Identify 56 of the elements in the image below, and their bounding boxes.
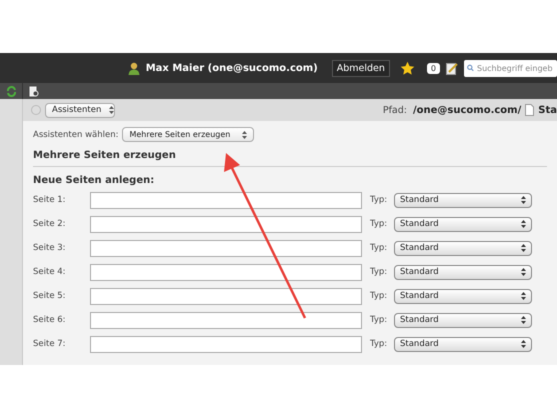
type-dropdown[interactable]: Standard bbox=[394, 216, 532, 232]
updown-arrow-icon bbox=[109, 106, 114, 114]
page-name-input[interactable] bbox=[90, 216, 362, 232]
path-link[interactable]: /one@sucomo.com/ bbox=[413, 104, 522, 116]
star-icon[interactable] bbox=[400, 60, 415, 76]
page-label: Seite 4: bbox=[33, 267, 67, 277]
type-label: Typ: bbox=[370, 267, 388, 277]
notification-count[interactable]: 0 bbox=[426, 62, 440, 74]
type-label: Typ: bbox=[370, 291, 388, 301]
updown-arrow-icon bbox=[521, 292, 526, 300]
page-label: Seite 5: bbox=[33, 291, 67, 301]
page-label: Seite 1: bbox=[33, 195, 67, 205]
type-dropdown[interactable]: Standard bbox=[394, 240, 532, 256]
type-dropdown[interactable]: Standard bbox=[394, 192, 532, 208]
updown-arrow-icon bbox=[521, 316, 526, 324]
page-label: Seite 7: bbox=[33, 339, 67, 349]
search-icon bbox=[467, 63, 474, 73]
user-icon bbox=[128, 62, 140, 74]
updown-arrow-icon bbox=[521, 196, 526, 204]
info-icon[interactable] bbox=[31, 105, 41, 115]
assistant-dropdown[interactable]: Assistenten bbox=[45, 102, 115, 118]
subsection-title: Neue Seiten anlegen: bbox=[33, 175, 156, 186]
type-label: Typ: bbox=[370, 219, 388, 229]
search-field[interactable]: Suchbegriff eingeb bbox=[464, 60, 557, 76]
path-link[interactable]: Sta bbox=[538, 104, 557, 116]
page-name-input[interactable] bbox=[90, 192, 362, 208]
updown-arrow-icon bbox=[521, 220, 526, 228]
page-label: Seite 6: bbox=[33, 315, 67, 325]
type-dropdown[interactable]: Standard bbox=[394, 312, 532, 328]
type-label: Typ: bbox=[370, 339, 388, 349]
wizard-label: Assistenten wählen: bbox=[33, 130, 118, 140]
page-name-input[interactable] bbox=[90, 240, 362, 256]
page-preview-icon[interactable] bbox=[29, 86, 39, 96]
user-name: Max Maier (one@sucomo.com) bbox=[146, 62, 318, 74]
type-dropdown[interactable]: Standard bbox=[394, 264, 532, 280]
logout-button[interactable]: Abmelden bbox=[332, 60, 390, 76]
page-label: Seite 3: bbox=[33, 243, 67, 253]
updown-arrow-icon bbox=[242, 130, 248, 138]
page-label: Seite 2: bbox=[33, 219, 67, 229]
updown-arrow-icon bbox=[521, 340, 526, 348]
document-icon bbox=[525, 104, 534, 116]
wizard-dropdown[interactable]: Mehrere Seiten erzeugen bbox=[122, 127, 254, 142]
type-label: Typ: bbox=[370, 315, 388, 325]
page-name-input[interactable] bbox=[90, 288, 362, 304]
updown-arrow-icon bbox=[521, 244, 526, 252]
page-name-input[interactable] bbox=[90, 312, 362, 328]
type-label: Typ: bbox=[370, 243, 388, 253]
refresh-icon[interactable] bbox=[6, 86, 16, 96]
type-dropdown[interactable]: Standard bbox=[394, 336, 532, 352]
type-dropdown[interactable]: Standard bbox=[394, 288, 532, 304]
type-label: Typ: bbox=[370, 195, 388, 205]
updown-arrow-icon bbox=[521, 268, 526, 276]
page-name-input[interactable] bbox=[90, 336, 362, 352]
note-pencil-icon[interactable] bbox=[446, 62, 458, 74]
page-name-input[interactable] bbox=[90, 264, 362, 280]
path-label: Pfad: bbox=[382, 104, 407, 116]
